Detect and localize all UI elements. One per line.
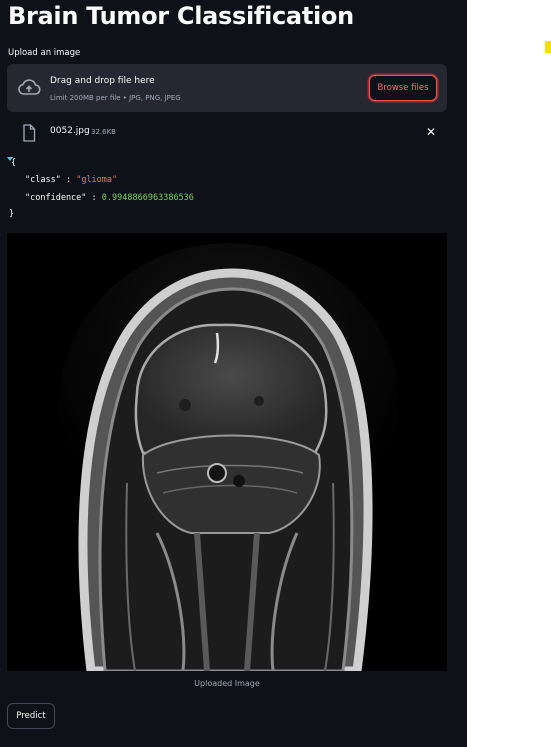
file-icon [23,124,36,142]
file-dropzone[interactable]: Drag and drop file here Limit 200MB per … [7,64,447,112]
dropzone-limit-text: Limit 200MB per file • JPG, PNG, JPEG [50,94,181,102]
image-caption: Uploaded Image [194,679,260,688]
upload-label: Upload an image [8,48,81,58]
cloud-upload-icon [18,79,41,95]
json-open-brace: { [11,158,17,168]
file-name: 0052.jpg [50,126,90,136]
page-title: Brain Tumor Classification [8,2,354,30]
app-main: Brain Tumor Classification Upload an ima… [0,0,467,747]
json-key-confidence: "confidence" [25,193,87,203]
uploaded-file-row: 0052.jpg 32.6KB ✕ [7,122,447,144]
yellow-indicator [545,41,551,53]
browse-files-button[interactable]: Browse files [369,75,437,101]
json-value-confidence: 0.9948866963386536 [101,193,194,203]
dropzone-title: Drag and drop file here [50,76,155,86]
file-size: 32.6KB [91,128,116,136]
json-close-brace: } [9,209,15,219]
predict-button[interactable]: Predict [7,703,55,729]
uploaded-image [7,233,447,676]
json-colon: : [65,175,72,185]
mri-scan-image [7,233,447,676]
json-key-class: "class" [25,175,61,185]
close-icon[interactable]: ✕ [423,124,439,140]
json-colon: : [91,193,97,203]
json-value-class: "glioma" [76,175,118,185]
